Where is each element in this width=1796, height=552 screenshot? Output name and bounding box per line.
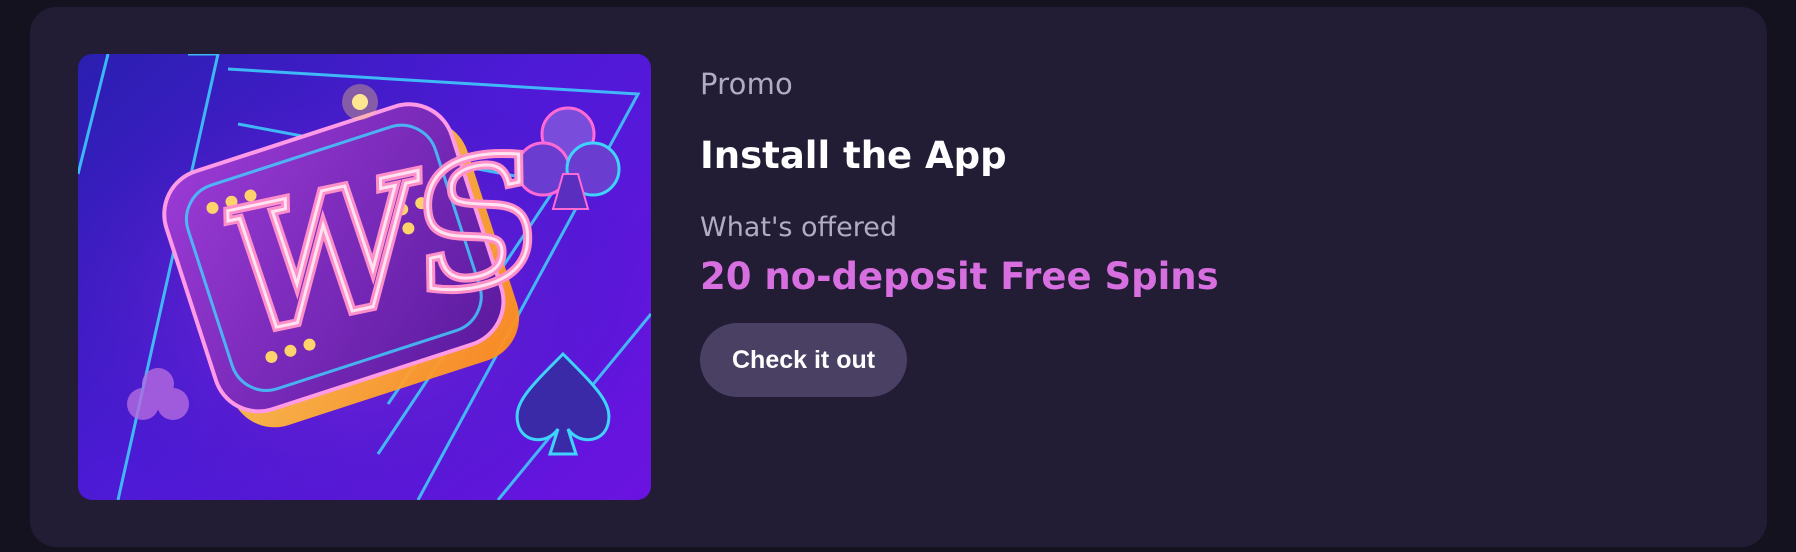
promo-content: Promo Install the App What's offered 20 … [700, 59, 1600, 397]
offer-label: What's offered [700, 212, 898, 243]
offer-value: 20 no-deposit Free Spins [700, 255, 1219, 298]
check-it-out-button[interactable]: Check it out [700, 323, 908, 397]
promo-title: Install the App [700, 134, 1007, 177]
neon-casino-illustration: WS WS [78, 54, 651, 500]
promo-card: WS WS Promo Install the App What's offer… [30, 7, 1767, 547]
promo-category-label: Promo [700, 67, 793, 101]
promo-hero-image: WS WS [78, 54, 651, 500]
